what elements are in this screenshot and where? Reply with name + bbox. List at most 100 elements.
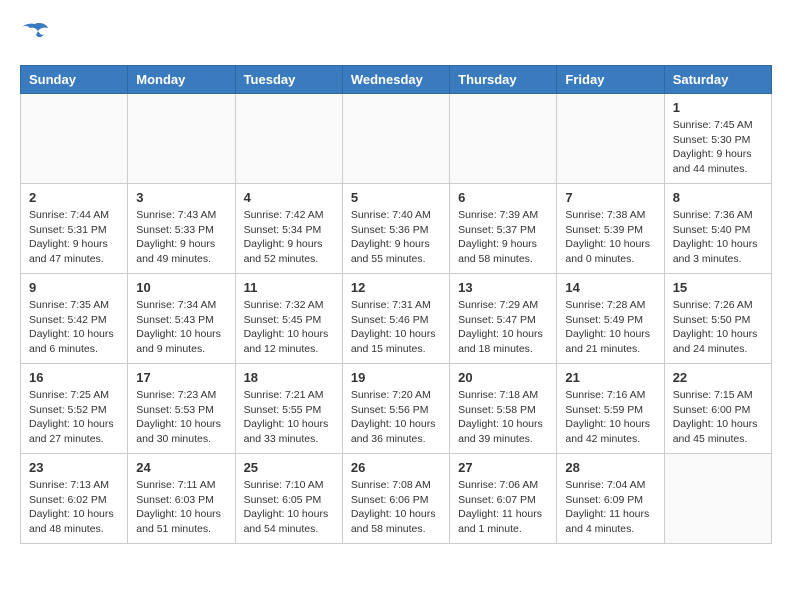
day-number: 17 [136, 370, 226, 385]
day-number: 20 [458, 370, 548, 385]
day-number: 1 [673, 100, 763, 115]
calendar-cell [342, 94, 449, 184]
day-info: Sunrise: 7:06 AM Sunset: 6:07 PM Dayligh… [458, 478, 548, 537]
day-info: Sunrise: 7:43 AM Sunset: 5:33 PM Dayligh… [136, 208, 226, 267]
calendar-table: SundayMondayTuesdayWednesdayThursdayFrid… [20, 65, 772, 544]
day-info: Sunrise: 7:40 AM Sunset: 5:36 PM Dayligh… [351, 208, 441, 267]
day-info: Sunrise: 7:39 AM Sunset: 5:37 PM Dayligh… [458, 208, 548, 267]
day-number: 4 [244, 190, 334, 205]
calendar-cell: 19Sunrise: 7:20 AM Sunset: 5:56 PM Dayli… [342, 364, 449, 454]
day-number: 18 [244, 370, 334, 385]
calendar-cell: 26 Sunrise: 7:08 AM Sunset: 6:06 PM Dayli… [342, 454, 449, 544]
calendar-header-row: SundayMondayTuesdayWednesdayThursdayFrid… [21, 66, 772, 94]
calendar-cell: 21 Sunrise: 7:16 AM Sunset: 5:59 PM Dayli… [557, 364, 664, 454]
day-info: Sunrise: 7:10 AM Sunset: 6:05 PM Dayligh… [244, 478, 334, 537]
logo [20, 20, 54, 49]
calendar-cell: 20 Sunrise: 7:18 AM Sunset: 5:58 PM Dayli… [450, 364, 557, 454]
calendar-cell: 10 Sunrise: 7:34 AM Sunset: 5:43 PM Dayli… [128, 274, 235, 364]
day-number: 28 [565, 460, 655, 475]
column-header-sunday: Sunday [21, 66, 128, 94]
day-number: 15 [673, 280, 763, 295]
day-number: 2 [29, 190, 119, 205]
day-info: Sunrise: 7:38 AM Sunset: 5:39 PM Dayligh… [565, 208, 655, 267]
day-info: Sunrise: 7:32 AM Sunset: 5:45 PM Dayligh… [244, 298, 334, 357]
calendar-cell: 3 Sunrise: 7:43 AM Sunset: 5:33 PM Daylig… [128, 184, 235, 274]
calendar-cell: 14 Sunrise: 7:28 AM Sunset: 5:49 PM Dayli… [557, 274, 664, 364]
calendar-cell: 8Sunrise: 7:36 AM Sunset: 5:40 PM Daylig… [664, 184, 771, 274]
day-info: Sunrise: 7:13 AM Sunset: 6:02 PM Dayligh… [29, 478, 119, 537]
day-number: 14 [565, 280, 655, 295]
calendar-cell: 18 Sunrise: 7:21 AM Sunset: 5:55 PM Dayli… [235, 364, 342, 454]
day-info: Sunrise: 7:25 AM Sunset: 5:52 PM Dayligh… [29, 388, 119, 447]
day-info: Sunrise: 7:34 AM Sunset: 5:43 PM Dayligh… [136, 298, 226, 357]
calendar-cell: 1 Sunrise: 7:45 AM Sunset: 5:30 PM Daylig… [664, 94, 771, 184]
day-number: 5 [351, 190, 441, 205]
day-info: Sunrise: 7:20 AM Sunset: 5:56 PM Dayligh… [351, 388, 441, 447]
calendar-cell: 11 Sunrise: 7:32 AM Sunset: 5:45 PM Dayli… [235, 274, 342, 364]
day-number: 26 [351, 460, 441, 475]
calendar-cell: 5 Sunrise: 7:40 AM Sunset: 5:36 PM Daylig… [342, 184, 449, 274]
calendar-cell: 16 Sunrise: 7:25 AM Sunset: 5:52 PM Dayli… [21, 364, 128, 454]
day-info: Sunrise: 7:23 AM Sunset: 5:53 PM Dayligh… [136, 388, 226, 447]
day-info: Sunrise: 7:16 AM Sunset: 5:59 PM Dayligh… [565, 388, 655, 447]
column-header-thursday: Thursday [450, 66, 557, 94]
day-info: Sunrise: 7:28 AM Sunset: 5:49 PM Dayligh… [565, 298, 655, 357]
day-number: 21 [565, 370, 655, 385]
day-info: Sunrise: 7:08 AM Sunset: 6:06 PM Dayligh… [351, 478, 441, 537]
calendar-cell [664, 454, 771, 544]
day-number: 24 [136, 460, 226, 475]
day-number: 12 [351, 280, 441, 295]
day-info: Sunrise: 7:45 AM Sunset: 5:30 PM Dayligh… [673, 118, 763, 177]
day-number: 6 [458, 190, 548, 205]
calendar-cell: 2Sunrise: 7:44 AM Sunset: 5:31 PM Daylig… [21, 184, 128, 274]
day-info: Sunrise: 7:35 AM Sunset: 5:42 PM Dayligh… [29, 298, 119, 357]
calendar-cell: 17 Sunrise: 7:23 AM Sunset: 5:53 PM Dayli… [128, 364, 235, 454]
day-number: 9 [29, 280, 119, 295]
day-info: Sunrise: 7:29 AM Sunset: 5:47 PM Dayligh… [458, 298, 548, 357]
day-info: Sunrise: 7:21 AM Sunset: 5:55 PM Dayligh… [244, 388, 334, 447]
calendar-cell [235, 94, 342, 184]
day-info: Sunrise: 7:04 AM Sunset: 6:09 PM Dayligh… [565, 478, 655, 537]
calendar-cell [557, 94, 664, 184]
calendar-cell: 13 Sunrise: 7:29 AM Sunset: 5:47 PM Dayli… [450, 274, 557, 364]
day-info: Sunrise: 7:42 AM Sunset: 5:34 PM Dayligh… [244, 208, 334, 267]
calendar-cell [21, 94, 128, 184]
calendar-cell: 23 Sunrise: 7:13 AM Sunset: 6:02 PM Dayli… [21, 454, 128, 544]
calendar-cell: 24 Sunrise: 7:11 AM Sunset: 6:03 PM Dayli… [128, 454, 235, 544]
day-number: 3 [136, 190, 226, 205]
week-row-1: 1 Sunrise: 7:45 AM Sunset: 5:30 PM Daylig… [21, 94, 772, 184]
calendar-cell [128, 94, 235, 184]
calendar-cell: 27Sunrise: 7:06 AM Sunset: 6:07 PM Dayli… [450, 454, 557, 544]
day-number: 13 [458, 280, 548, 295]
week-row-5: 23 Sunrise: 7:13 AM Sunset: 6:02 PM Dayli… [21, 454, 772, 544]
day-number: 8 [673, 190, 763, 205]
calendar-cell: 6 Sunrise: 7:39 AM Sunset: 5:37 PM Daylig… [450, 184, 557, 274]
day-number: 22 [673, 370, 763, 385]
day-number: 11 [244, 280, 334, 295]
calendar-cell: 4 Sunrise: 7:42 AM Sunset: 5:34 PM Daylig… [235, 184, 342, 274]
day-info: Sunrise: 7:15 AM Sunset: 6:00 PM Dayligh… [673, 388, 763, 447]
week-row-2: 2Sunrise: 7:44 AM Sunset: 5:31 PM Daylig… [21, 184, 772, 274]
calendar-cell: 9 Sunrise: 7:35 AM Sunset: 5:42 PM Daylig… [21, 274, 128, 364]
day-number: 7 [565, 190, 655, 205]
calendar-cell: 22 Sunrise: 7:15 AM Sunset: 6:00 PM Dayli… [664, 364, 771, 454]
day-info: Sunrise: 7:18 AM Sunset: 5:58 PM Dayligh… [458, 388, 548, 447]
day-number: 10 [136, 280, 226, 295]
day-number: 16 [29, 370, 119, 385]
column-header-friday: Friday [557, 66, 664, 94]
calendar-cell: 12 Sunrise: 7:31 AM Sunset: 5:46 PM Dayli… [342, 274, 449, 364]
page-header [20, 20, 772, 49]
week-row-3: 9 Sunrise: 7:35 AM Sunset: 5:42 PM Daylig… [21, 274, 772, 364]
week-row-4: 16 Sunrise: 7:25 AM Sunset: 5:52 PM Dayli… [21, 364, 772, 454]
day-number: 25 [244, 460, 334, 475]
calendar-cell [450, 94, 557, 184]
column-header-monday: Monday [128, 66, 235, 94]
calendar-cell: 28 Sunrise: 7:04 AM Sunset: 6:09 PM Dayli… [557, 454, 664, 544]
column-header-tuesday: Tuesday [235, 66, 342, 94]
logo-icon [20, 20, 50, 49]
day-info: Sunrise: 7:11 AM Sunset: 6:03 PM Dayligh… [136, 478, 226, 537]
day-number: 23 [29, 460, 119, 475]
calendar-cell: 25 Sunrise: 7:10 AM Sunset: 6:05 PM Dayli… [235, 454, 342, 544]
day-info: Sunrise: 7:31 AM Sunset: 5:46 PM Dayligh… [351, 298, 441, 357]
calendar-cell: 7 Sunrise: 7:38 AM Sunset: 5:39 PM Daylig… [557, 184, 664, 274]
